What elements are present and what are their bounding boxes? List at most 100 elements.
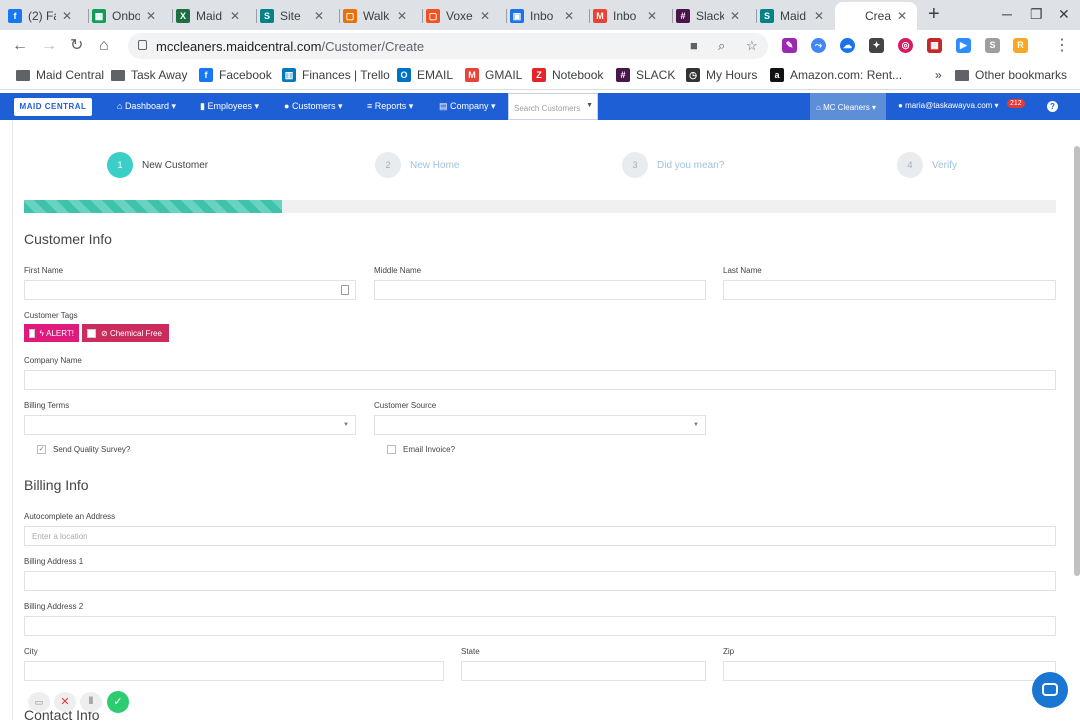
share-extension-icon[interactable]: ⤳ [811,38,826,53]
close-tab-icon[interactable]: ✕ [647,9,657,23]
autocomplete-label: Autocomplete an Address [24,512,116,521]
new-tab-icon[interactable]: + [928,4,940,24]
vpn-extension-icon[interactable]: ☁ [840,38,855,53]
bookmark-item[interactable]: a Amazon.com: Rent... [770,68,902,82]
chat-launcher-button[interactable] [1032,672,1068,708]
tag-chemical-free[interactable]: ⊘ Chemical Free [82,324,169,342]
nav-dashboard[interactable]: ⌂ Dashboard ▾ [117,101,176,112]
close-tab-icon[interactable]: ✕ [230,9,240,23]
bookmark-star-icon[interactable]: ☆ [746,38,758,54]
close-tab-icon[interactable]: ✕ [897,9,907,23]
customer-source-select[interactable]: ▼ [374,415,706,435]
calendar-extension-icon[interactable]: ▦ [927,38,942,53]
kebab-menu-icon[interactable]: ⋮ [1054,37,1070,55]
browser-tab[interactable]: M Inbo ✕ [593,4,657,28]
home-icon[interactable]: ⌂ [99,37,109,55]
forward-icon[interactable]: → [41,37,57,55]
help-icon[interactable]: ? [1047,101,1058,112]
reload-icon[interactable]: ↻ [70,37,83,55]
bookmark-item[interactable]: ▥ Finances | Trello [282,68,390,82]
address-bar[interactable]: mccleaners.maidcentral.com/Customer/Crea… [128,33,768,59]
tag-checkbox[interactable] [29,328,35,338]
browser-tab[interactable]: ▢ Voxe ✕ [426,4,490,28]
browser-tab[interactable]: S Maid ✕ [760,4,824,28]
middle-name-field[interactable] [374,280,706,300]
close-tab-icon[interactable]: ✕ [146,9,156,23]
browser-tab[interactable]: S Site ✕ [260,4,324,28]
browser-tab[interactable]: ▢ Walk ✕ [343,4,407,28]
autocomplete-address-field[interactable]: Enter a location [24,526,1056,546]
contact-card-icon[interactable] [341,285,349,295]
maid-central-logo[interactable]: MAID CENTRAL [14,98,92,116]
s-extension-icon[interactable]: S [985,38,1000,53]
email-invoice-checkbox[interactable]: Email Invoice? [387,445,455,454]
city-field[interactable] [24,661,444,681]
first-name-field[interactable] [24,280,356,300]
zoom-extension-icon[interactable]: ▶ [956,38,971,53]
close-tab-icon[interactable]: ✕ [62,9,72,23]
billing-address-2-field[interactable] [24,616,1056,636]
company-name-field[interactable] [24,370,1056,390]
browser-tab[interactable]: f (2) Fa ✕ [8,4,72,28]
bookmark-item[interactable]: ◷ My Hours [686,68,757,82]
puzzle-extension-icon[interactable]: ✦ [869,38,884,53]
zip-field[interactable] [723,661,1056,681]
back-icon[interactable]: ← [12,37,28,55]
bookmark-item[interactable]: M GMAIL [465,68,522,82]
bookmark-label: Facebook [219,68,272,82]
close-tab-icon[interactable]: ✕ [730,9,740,23]
minimize-window-icon[interactable]: ─ [1002,6,1012,22]
more-bookmarks-icon[interactable]: » [935,68,942,82]
checkbox[interactable]: ✓ [37,445,46,454]
notification-badge[interactable]: 212 [1007,99,1025,108]
zoom-icon[interactable]: ⌕ [718,38,725,54]
close-tab-icon[interactable]: ✕ [480,9,490,23]
pen-extension-icon[interactable]: ✎ [782,38,797,53]
billing-terms-select[interactable]: ▼ [24,415,356,435]
state-field[interactable] [461,661,706,681]
browser-tab[interactable]: X Maid ✕ [176,4,240,28]
chrome-extension-icon[interactable]: ◎ [898,38,913,53]
bookmark-item[interactable]: Maid Central [16,68,104,82]
browser-tab[interactable]: # Slack ✕ [676,4,740,28]
camera-icon[interactable]: ■ [690,38,698,53]
tag-alert[interactable]: ϟ ALERT! [24,324,79,342]
send-quality-survey-checkbox[interactable]: ✓ Send Quality Survey? [37,445,130,454]
restore-window-icon[interactable]: ❐ [1030,6,1043,23]
billing-address-1-field[interactable] [24,571,1056,591]
scrollbar[interactable] [1074,146,1080,576]
bookmark-label: Maid Central [36,68,105,82]
close-tab-icon[interactable]: ✕ [397,9,407,23]
company-switcher[interactable]: ⌂ MC Cleaners ▾ [810,93,886,120]
pause-icon[interactable]: Ⅱ [80,692,102,712]
last-name-field[interactable] [723,280,1056,300]
search-customers-input[interactable]: Search Customers ▼ [508,93,598,120]
tag-checkbox[interactable] [87,328,96,338]
camera-toggle-icon[interactable]: ▭ [28,692,50,712]
checkbox[interactable] [387,445,396,454]
account-menu[interactable]: ● maria@taskawayva.com ▾ [898,101,999,110]
bookmark-item[interactable]: Task Away [111,68,187,82]
facebook-icon: f [8,9,22,23]
nav-customers[interactable]: ● Customers ▾ [284,101,342,112]
close-tab-icon[interactable]: ✕ [564,9,574,23]
r-extension-icon[interactable]: R [1013,38,1028,53]
bookmark-item[interactable]: # SLACK [616,68,675,82]
finish-recording-icon[interactable]: ✓ [107,691,129,713]
browser-tab[interactable]: Creat ✕ [835,2,917,30]
close-tab-icon[interactable]: ✕ [814,9,824,23]
nav-reports[interactable]: ≡ Reports ▾ [367,101,413,112]
bookmark-item[interactable]: Z Notebook [532,68,603,82]
browser-tab[interactable]: ▦ Onbo ✕ [92,4,156,28]
close-window-icon[interactable]: ✕ [1058,6,1070,23]
bookmark-item[interactable]: O EMAIL [397,68,453,82]
other-bookmarks-folder[interactable]: Other bookmarks [955,68,1067,82]
nav-employees[interactable]: ▮ Employees ▾ [200,101,259,112]
tab-separator [88,9,89,23]
drag-handle-icon[interactable] [8,700,14,704]
bookmark-item[interactable]: f Facebook [199,68,272,82]
nav-company[interactable]: ▤ Company ▾ [439,101,496,112]
close-tab-icon[interactable]: ✕ [314,9,324,23]
browser-tab[interactable]: ▣ Inbo ✕ [510,4,574,28]
cancel-recording-icon[interactable]: ✕ [54,692,76,712]
